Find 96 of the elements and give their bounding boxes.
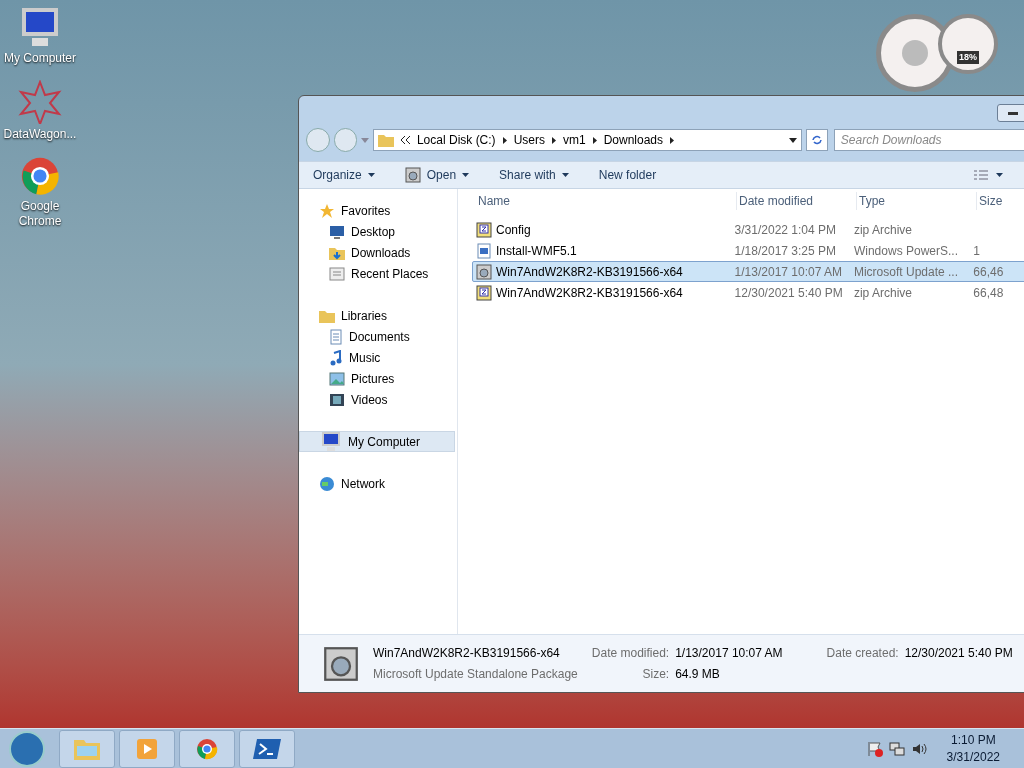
- start-button[interactable]: [9, 730, 45, 767]
- nav-item[interactable]: Libraries: [299, 305, 455, 326]
- taskbar-button[interactable]: [239, 729, 295, 768]
- file-name: Win7AndW2K8R2-KB3191566-x64: [496, 284, 683, 302]
- arrow-right-icon[interactable]: [551, 136, 556, 144]
- folder-icon: [319, 308, 335, 323]
- nav-item[interactable]: My Computer: [299, 431, 455, 452]
- arrow-right-icon[interactable]: [592, 136, 597, 144]
- terminal-icon: [253, 736, 281, 761]
- document-icon: [329, 266, 345, 281]
- nav-item[interactable]: Music: [299, 347, 455, 368]
- clock[interactable]: 1:10 PM 3/31/2022: [946, 731, 1000, 766]
- toolbar-button[interactable]: New folder: [598, 166, 657, 184]
- globe-icon: [319, 475, 335, 492]
- computer-icon: [320, 431, 342, 452]
- table-cell-text: 66,46: [972, 263, 1005, 281]
- table-cell-text: Microsoft Update ...: [852, 263, 959, 281]
- toolbar-button[interactable]: Open: [404, 166, 470, 184]
- column-header[interactable]: Name: [476, 192, 737, 210]
- nav-item[interactable]: Videos: [299, 389, 455, 410]
- table-cell-text: zip Archive: [852, 221, 913, 239]
- table-cell-text: 1/13/2017 10:07 AM: [733, 263, 843, 281]
- file-row[interactable]: Win7AndW2K8R2-KB3191566-x64 12/30/2021 5:40 PM zip Archive 66,48: [472, 282, 1024, 303]
- arrow-right-icon[interactable]: [670, 136, 674, 144]
- nav-item[interactable]: Favorites: [299, 200, 455, 221]
- column-header[interactable]: Date modified: [737, 192, 857, 210]
- monitor-icon: [329, 224, 345, 239]
- address-bar[interactable]: Local Disk (C:) Users vm1 Downloads: [372, 129, 803, 151]
- column-header[interactable]: Size: [977, 192, 1024, 210]
- table-cell-text: zip Archive: [852, 284, 913, 302]
- document-icon: [329, 328, 343, 345]
- file-name: Config: [496, 221, 531, 239]
- table-cell-text: Windows PowerS...: [852, 242, 959, 260]
- caret-icon: [462, 173, 470, 177]
- play-icon: [135, 736, 159, 761]
- arrow-right-icon[interactable]: [502, 136, 507, 144]
- file-name: Win7AndW2K8R2-KB3191566-x64: [496, 263, 683, 281]
- refresh-icon: [811, 134, 823, 146]
- file-row[interactable]: Install-WMF5.1 1/18/2017 3:25 PM Windows PowerS... 1: [472, 240, 1024, 261]
- column-header[interactable]: Type: [857, 192, 977, 210]
- breadcrumb-item[interactable]: vm1: [562, 131, 586, 149]
- table-cell-text: 1: [972, 242, 981, 260]
- toolbar-button[interactable]: Share with: [499, 166, 569, 184]
- film-icon: [329, 392, 345, 407]
- file-name: Install-WMF5.1: [496, 242, 577, 260]
- flag-icon[interactable]: [866, 740, 883, 757]
- details-value: 1/13/2017 10:07 AM: [675, 645, 783, 662]
- package-icon: [323, 645, 359, 682]
- folder-icon: [329, 245, 345, 260]
- breadcrumb-item[interactable]: Downloads: [603, 131, 663, 149]
- starburst-icon[interactable]: [18, 80, 62, 124]
- music-note-icon: [329, 349, 343, 366]
- nav-item[interactable]: Recent Places: [299, 263, 455, 284]
- zip-file-icon: [476, 284, 492, 301]
- nav-item[interactable]: Documents: [299, 326, 455, 347]
- search-field[interactable]: Search Downloads: [833, 129, 1024, 151]
- taskbar-button[interactable]: [179, 729, 235, 768]
- details-label: Date created:: [826, 645, 899, 662]
- table-cell-text: 1/18/2017 3:25 PM: [733, 242, 837, 260]
- refresh-button[interactable]: [806, 129, 828, 151]
- breadcrumb-item[interactable]: Users: [513, 131, 545, 149]
- view-button[interactable]: [974, 170, 1003, 180]
- folder-icon: [377, 133, 394, 147]
- table-cell-text: 3/31/2022 1:04 PM: [733, 221, 837, 239]
- details-value: 12/30/2021 5:40 PM: [904, 645, 1013, 662]
- package-icon: [404, 167, 421, 183]
- details-label: Date modified:: [591, 645, 670, 662]
- nav-item[interactable]: Desktop: [299, 221, 455, 242]
- nav-item[interactable]: Downloads: [299, 242, 455, 263]
- file-row[interactable]: Win7AndW2K8R2-KB3191566-x64 1/13/2017 10:07 AM Microsoft Update ... 66,46: [472, 261, 1024, 282]
- nav-item[interactable]: Network: [299, 473, 455, 494]
- table-cell-text: 66,48: [972, 284, 1005, 302]
- organize-button[interactable]: Organize: [313, 166, 375, 184]
- package-icon: [476, 263, 492, 280]
- zip-file-icon: [476, 221, 492, 238]
- breadcrumb-item[interactable]: Local Disk (C:): [416, 131, 496, 149]
- gauge-reading: 18%: [957, 50, 979, 64]
- minimize-button[interactable]: [997, 104, 1024, 122]
- caret-icon: [561, 173, 569, 177]
- landscape-icon: [329, 371, 345, 386]
- script-file-icon: [476, 242, 492, 259]
- network-icon[interactable]: [888, 740, 905, 757]
- details-file-type: Microsoft Update Standalone Package: [373, 666, 578, 683]
- caret-icon: [996, 173, 1003, 177]
- star-icon: [319, 202, 335, 219]
- chrome-logo-icon: [196, 737, 218, 760]
- details-label: Size:: [641, 666, 670, 683]
- details-value: 64.9 MB: [675, 666, 721, 683]
- dropdown-icon[interactable]: [789, 137, 798, 143]
- table-cell-text: 12/30/2021 5:40 PM: [733, 284, 844, 302]
- nav-item[interactable]: Pictures: [299, 368, 455, 389]
- caret-icon: [367, 173, 375, 177]
- file-row[interactable]: Config 3/31/2022 1:04 PM zip Archive: [472, 219, 1024, 240]
- overflow-chevron-icon[interactable]: [400, 136, 410, 144]
- list-view-icon: [974, 170, 988, 180]
- details-file-name: Win7AndW2K8R2-KB3191566-x64: [373, 645, 561, 662]
